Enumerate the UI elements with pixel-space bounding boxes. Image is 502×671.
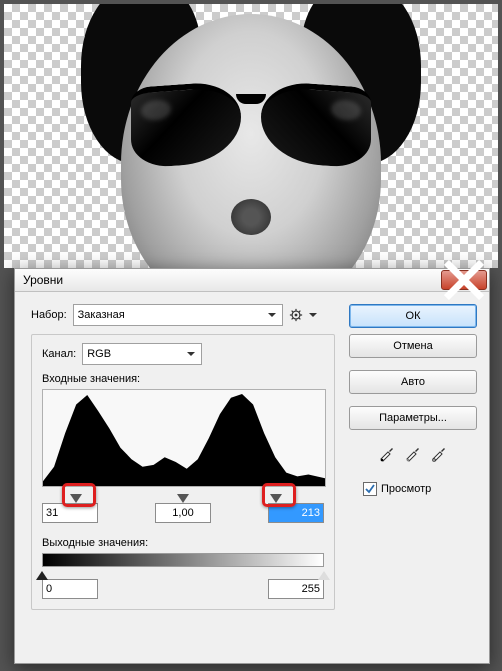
- cancel-button[interactable]: Отмена: [349, 334, 477, 358]
- input-shadow-field[interactable]: [42, 503, 98, 523]
- output-shadow-field[interactable]: [42, 579, 98, 599]
- eyedropper-gray-button[interactable]: [404, 444, 422, 462]
- highlight-slider-handle[interactable]: [270, 494, 282, 503]
- output-highlight-field[interactable]: [268, 579, 324, 599]
- check-icon: [365, 484, 375, 494]
- canvas-transparency-bg: [4, 4, 498, 268]
- preview-label: Просмотр: [381, 483, 431, 495]
- close-button[interactable]: [441, 270, 487, 290]
- input-highlight-field[interactable]: [268, 503, 324, 523]
- eyedropper-black-button[interactable]: [378, 444, 396, 462]
- shadow-slider-handle[interactable]: [70, 494, 82, 503]
- options-button-label: Параметры...: [379, 412, 447, 424]
- midtone-slider-handle[interactable]: [177, 494, 189, 503]
- channel-combo[interactable]: RGB: [82, 343, 202, 365]
- options-button[interactable]: Параметры...: [349, 406, 477, 430]
- close-icon: [442, 258, 486, 302]
- input-levels-label: Входные значения:: [42, 373, 324, 385]
- preset-combo[interactable]: Заказная: [73, 304, 283, 326]
- input-slider-track[interactable]: [42, 487, 324, 491]
- gear-icon: [289, 308, 303, 322]
- dialog-title: Уровни: [23, 273, 441, 287]
- channel-label: Канал:: [42, 348, 76, 360]
- levels-dialog: Уровни Набор: Заказная Канал: RGB: [14, 268, 490, 664]
- output-highlight-handle[interactable]: [318, 565, 330, 580]
- dialog-titlebar[interactable]: Уровни: [15, 269, 489, 292]
- output-shadow-handle[interactable]: [36, 565, 48, 580]
- preset-value: Заказная: [78, 309, 125, 321]
- auto-button-label: Авто: [401, 376, 425, 388]
- ok-button-label: ОК: [406, 310, 421, 322]
- input-midtone-field[interactable]: [155, 503, 211, 523]
- histogram-plot: [43, 390, 325, 486]
- histogram[interactable]: [42, 389, 326, 487]
- ok-button[interactable]: ОК: [349, 304, 477, 328]
- preset-menu-arrow-icon: [309, 313, 317, 321]
- levels-fieldset: Канал: RGB Входные значения:: [31, 334, 335, 610]
- eyedropper-icon: [404, 444, 422, 462]
- channel-value: RGB: [87, 348, 111, 360]
- preset-menu-button[interactable]: [289, 308, 303, 322]
- photo-subject: [61, 4, 441, 268]
- output-levels-label: Выходные значения:: [42, 537, 324, 549]
- eyedropper-icon: [430, 444, 448, 462]
- eyedropper-icon: [378, 444, 396, 462]
- cancel-button-label: Отмена: [393, 340, 432, 352]
- preview-checkbox[interactable]: [363, 482, 377, 496]
- output-gradient-track[interactable]: [42, 553, 324, 567]
- auto-button[interactable]: Авто: [349, 370, 477, 394]
- preset-label: Набор:: [31, 309, 67, 321]
- eyedropper-white-button[interactable]: [430, 444, 448, 462]
